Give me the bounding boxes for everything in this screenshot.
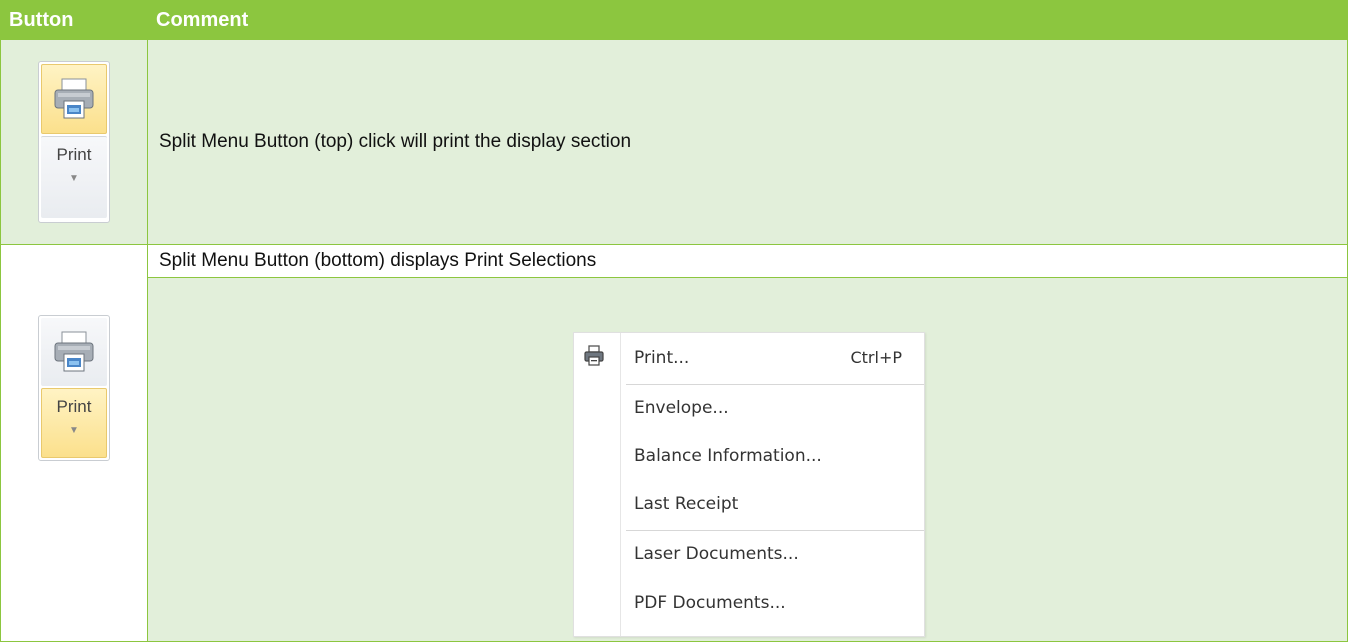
printer-icon [54, 78, 94, 119]
print-context-menu: Print... Ctrl+P Envelope... Balance Info… [573, 332, 925, 637]
print-label: Print [56, 145, 92, 164]
menu-item-balance-information[interactable]: Balance Information... [634, 446, 822, 466]
header-button: Button [0, 0, 148, 40]
menu-separator [626, 384, 924, 385]
menu-item-laser-documents[interactable]: Laser Documents... [634, 544, 799, 564]
print-split-button-top[interactable] [41, 318, 107, 386]
menu-item-pdf-documents[interactable]: PDF Documents... [634, 593, 786, 613]
table-row: Print ▼ Split Menu Button (bottom) displ… [0, 244, 1348, 642]
print-label: Print [56, 397, 92, 416]
table-header-row: Button Comment [0, 0, 1348, 40]
menu-separator [626, 530, 924, 531]
print-split-button-bottom-highlighted[interactable]: Print ▼ [38, 315, 110, 461]
print-split-button-top[interactable] [41, 64, 107, 134]
chevron-down-icon: ▼ [69, 425, 79, 436]
menu-item-last-receipt[interactable]: Last Receipt [634, 494, 738, 514]
printer-icon [584, 345, 604, 366]
menu-shortcut-print: Ctrl+P [850, 348, 902, 367]
print-split-button-bottom[interactable]: Print ▼ [41, 388, 107, 458]
menu-icon-gutter [574, 333, 621, 636]
button-cell: Print ▼ [0, 244, 148, 642]
print-split-button-bottom[interactable]: Print ▼ [41, 136, 107, 218]
button-cell: Print ▼ [0, 39, 148, 245]
chevron-down-icon: ▼ [69, 173, 79, 184]
table-row: Print ▼ Split Menu Button (top) click wi… [0, 39, 1348, 245]
menu-item-print[interactable]: Print... [634, 348, 689, 368]
comment-cell: Split Menu Button (top) click will print… [147, 39, 1348, 245]
header-comment: Comment [147, 0, 1348, 40]
print-split-button-top-highlighted[interactable]: Print ▼ [38, 61, 110, 223]
printer-icon [54, 331, 94, 372]
comment-cell: Split Menu Button (bottom) displays Prin… [147, 244, 1348, 278]
menu-item-envelope[interactable]: Envelope... [634, 398, 729, 418]
